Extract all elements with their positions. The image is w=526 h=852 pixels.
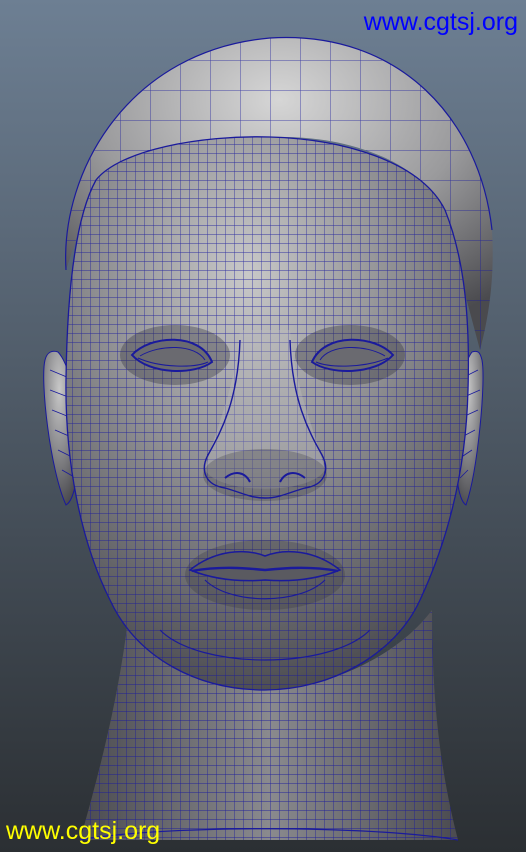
watermark-bottom: www.cgtsj.org <box>6 817 161 845</box>
3d-viewport: www.cgtsj.org www.cgtsj.org <box>0 0 526 852</box>
head-render <box>0 0 526 852</box>
watermark-top: www.cgtsj.org <box>363 8 518 36</box>
